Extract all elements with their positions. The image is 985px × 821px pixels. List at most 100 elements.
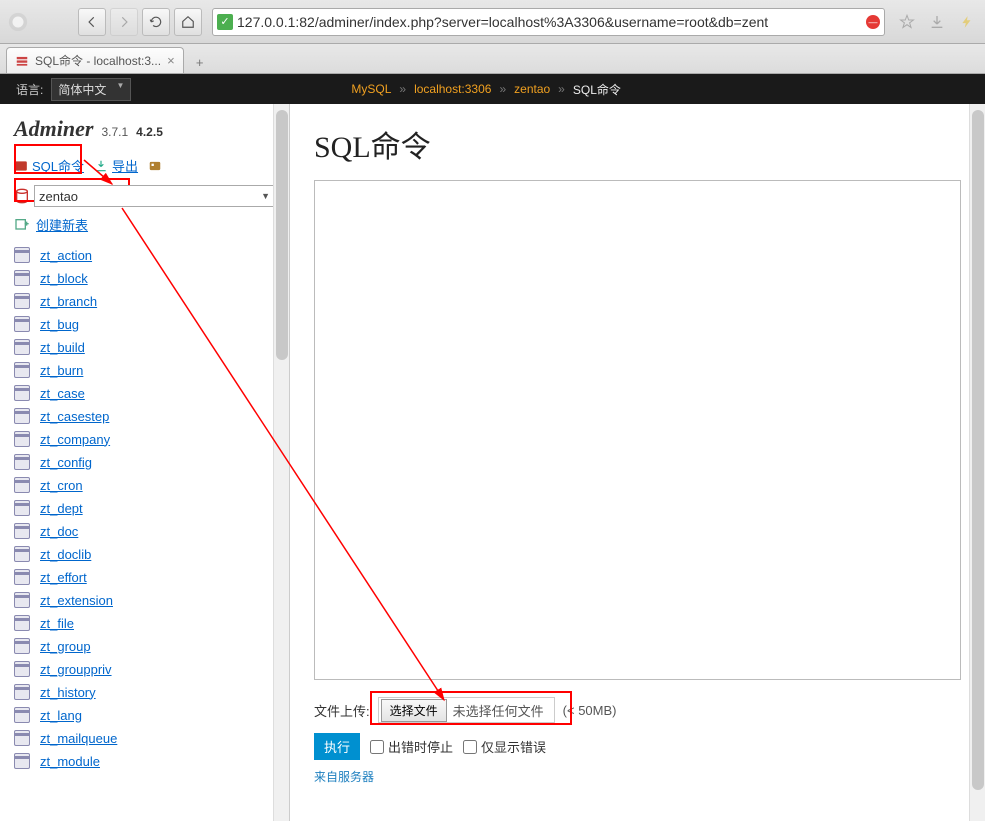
table-item[interactable]: zt_grouppriv xyxy=(14,658,275,680)
version-new: 4.2.5 xyxy=(136,125,163,139)
table-icon xyxy=(14,730,30,746)
table-icon xyxy=(14,523,30,539)
database-select[interactable]: zentao xyxy=(34,185,275,207)
lightning-icon[interactable] xyxy=(955,10,979,34)
table-icon xyxy=(14,500,30,516)
table-item[interactable]: zt_doc xyxy=(14,520,275,542)
breadcrumb-link[interactable]: zentao xyxy=(514,82,550,96)
export-link[interactable]: 导出 xyxy=(94,156,138,175)
download-icon[interactable] xyxy=(925,10,949,34)
sql-textarea[interactable] xyxy=(314,180,961,680)
table-icon xyxy=(14,569,30,585)
table-item[interactable]: zt_group xyxy=(14,635,275,657)
tab-close-icon[interactable]: × xyxy=(167,53,175,68)
sql-command-link[interactable]: SQL命令 xyxy=(14,156,84,175)
table-item[interactable]: zt_block xyxy=(14,267,275,289)
table-icon xyxy=(14,615,30,631)
create-table-link[interactable]: 创建新表 xyxy=(14,215,275,234)
breadcrumb: MySQL»localhost:3306»zentao»SQL命令 xyxy=(351,81,621,98)
table-name: zt_dept xyxy=(40,501,83,516)
choose-file-button[interactable]: 选择文件 xyxy=(381,699,447,722)
table-icon xyxy=(14,707,30,723)
new-tab-button[interactable]: + xyxy=(188,51,212,73)
table-item[interactable]: zt_history xyxy=(14,681,275,703)
dump-icon[interactable] xyxy=(148,159,162,173)
breadcrumb-link[interactable]: localhost:3306 xyxy=(414,82,491,96)
table-icon xyxy=(14,477,30,493)
main-content: SQL命令 文件上传: 选择文件 未选择任何文件 (< 50MB) 执行 出错时… xyxy=(290,104,985,821)
table-name: zt_group xyxy=(40,639,91,654)
table-name: zt_burn xyxy=(40,363,83,378)
table-item[interactable]: zt_lang xyxy=(14,704,275,726)
stop-on-error-input[interactable] xyxy=(370,740,384,754)
table-item[interactable]: zt_effort xyxy=(14,566,275,588)
breadcrumb-separator: » xyxy=(558,82,565,96)
table-name: zt_lang xyxy=(40,708,82,723)
url-bar[interactable]: ✓ 127.0.0.1:82/adminer/index.php?server=… xyxy=(212,8,885,36)
file-input[interactable]: 选择文件 未选择任何文件 xyxy=(378,697,555,723)
from-server-link[interactable]: 来自服务器 xyxy=(314,768,961,785)
reload-button[interactable] xyxy=(142,8,170,36)
table-item[interactable]: zt_build xyxy=(14,336,275,358)
database-icon xyxy=(14,188,30,204)
browser-tab-bar: SQL命令 - localhost:3... × + xyxy=(0,44,985,74)
browser-logo-icon xyxy=(6,10,30,34)
table-icon xyxy=(14,247,30,263)
table-icon xyxy=(14,408,30,424)
stop-on-error-checkbox[interactable]: 出错时停止 xyxy=(370,737,453,756)
table-name: zt_grouppriv xyxy=(40,662,112,677)
breadcrumb-separator: » xyxy=(499,82,506,96)
table-item[interactable]: zt_doclib xyxy=(14,543,275,565)
table-name: zt_bug xyxy=(40,317,79,332)
table-icon xyxy=(14,684,30,700)
table-item[interactable]: zt_company xyxy=(14,428,275,450)
table-icon xyxy=(14,339,30,355)
execute-button[interactable]: 执行 xyxy=(314,733,360,760)
table-item[interactable]: zt_module xyxy=(14,750,275,772)
table-name: zt_branch xyxy=(40,294,97,309)
table-item[interactable]: zt_case xyxy=(14,382,275,404)
version-old: 3.7.1 xyxy=(101,125,128,139)
table-name: zt_doc xyxy=(40,524,78,539)
table-item[interactable]: zt_config xyxy=(14,451,275,473)
create-table-icon xyxy=(14,217,30,233)
table-item[interactable]: zt_cron xyxy=(14,474,275,496)
table-icon xyxy=(14,592,30,608)
table-name: zt_effort xyxy=(40,570,87,585)
table-item[interactable]: zt_file xyxy=(14,612,275,634)
table-name: zt_doclib xyxy=(40,547,91,562)
show-errors-only-checkbox[interactable]: 仅显示错误 xyxy=(463,737,546,756)
table-icon xyxy=(14,546,30,562)
table-name: zt_casestep xyxy=(40,409,109,424)
table-item[interactable]: zt_mailqueue xyxy=(14,727,275,749)
table-item[interactable]: zt_extension xyxy=(14,589,275,611)
table-item[interactable]: zt_burn xyxy=(14,359,275,381)
ssl-badge-icon: ✓ xyxy=(217,14,233,30)
sidebar-scrollbar[interactable] xyxy=(273,104,289,821)
table-name: zt_cron xyxy=(40,478,83,493)
browser-tab[interactable]: SQL命令 - localhost:3... × xyxy=(6,47,184,73)
table-item[interactable]: zt_branch xyxy=(14,290,275,312)
table-icon xyxy=(14,385,30,401)
forward-button[interactable] xyxy=(110,8,138,36)
table-icon xyxy=(14,454,30,470)
app-topbar: 语言: 简体中文 MySQL»localhost:3306»zentao»SQL… xyxy=(0,74,985,104)
table-item[interactable]: zt_bug xyxy=(14,313,275,335)
url-text: 127.0.0.1:82/adminer/index.php?server=lo… xyxy=(237,14,866,30)
browser-toolbar: ✓ 127.0.0.1:82/adminer/index.php?server=… xyxy=(0,0,985,44)
star-icon[interactable] xyxy=(895,10,919,34)
language-select[interactable]: 简体中文 xyxy=(51,78,131,101)
table-name: zt_company xyxy=(40,432,110,447)
table-item[interactable]: zt_casestep xyxy=(14,405,275,427)
show-errors-only-input[interactable] xyxy=(463,740,477,754)
content-scrollbar[interactable] xyxy=(969,104,985,821)
file-status-text: 未选择任何文件 xyxy=(449,701,554,720)
table-item[interactable]: zt_action xyxy=(14,244,275,266)
table-item[interactable]: zt_dept xyxy=(14,497,275,519)
home-button[interactable] xyxy=(174,8,202,36)
stop-icon[interactable]: — xyxy=(866,15,880,29)
breadcrumb-current: SQL命令 xyxy=(573,81,621,98)
table-name: zt_build xyxy=(40,340,85,355)
back-button[interactable] xyxy=(78,8,106,36)
breadcrumb-link[interactable]: MySQL xyxy=(351,82,391,96)
